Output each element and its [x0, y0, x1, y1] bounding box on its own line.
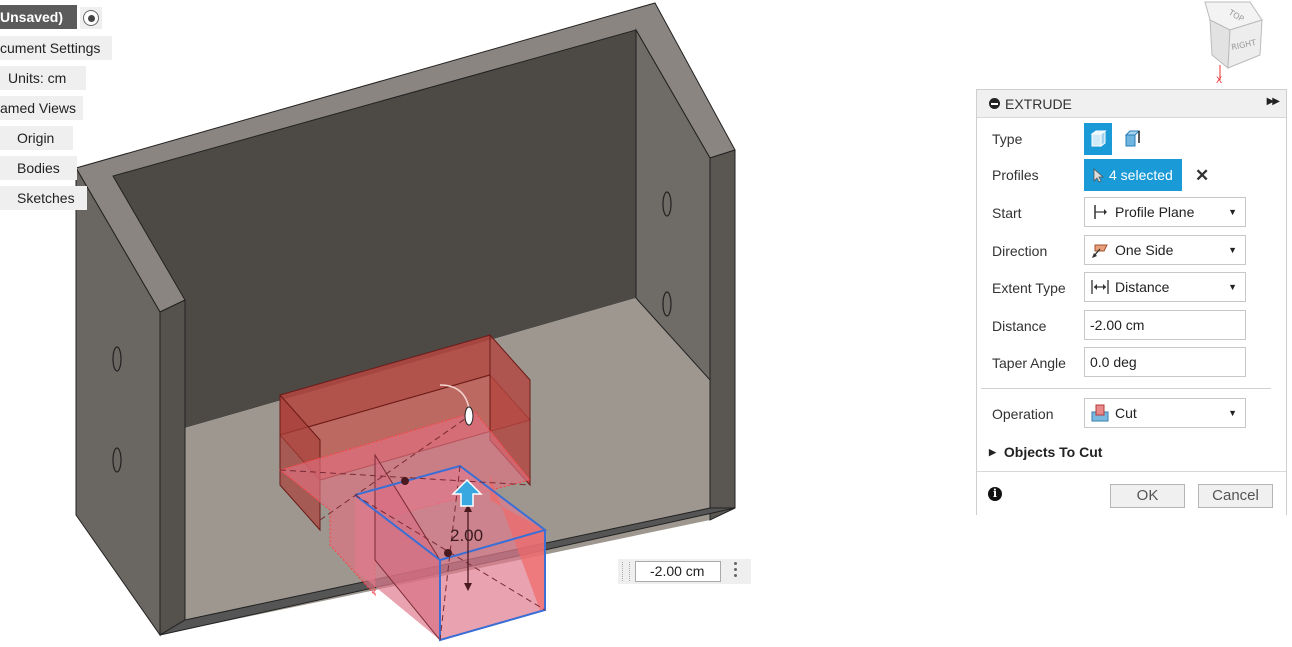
- profiles-row: Profiles 4 selected ✕: [977, 159, 1286, 193]
- distance-row: Distance -2.00 cm: [977, 310, 1286, 344]
- ok-button[interactable]: OK: [1110, 484, 1185, 508]
- distance-label: Distance: [992, 318, 1047, 334]
- expand-triangle-icon: ▶: [989, 446, 996, 457]
- active-radio-button[interactable]: [80, 7, 102, 29]
- info-icon[interactable]: i: [988, 487, 1002, 501]
- solid-extrude-icon: [1090, 130, 1107, 147]
- extent-type-label: Extent Type: [992, 280, 1066, 296]
- direction-row: Direction One Side ▼: [977, 235, 1286, 269]
- extent-type-dropdown[interactable]: Distance ▼: [1084, 272, 1246, 302]
- dropdown-caret-icon: ▼: [1228, 245, 1237, 255]
- dropdown-caret-icon: ▼: [1228, 408, 1237, 418]
- tree-item-named-views[interactable]: amed Views: [0, 96, 83, 120]
- right-wall-edge: [709, 149, 736, 521]
- type-row: Type: [977, 123, 1286, 157]
- tree-item-sketches[interactable]: Sketches: [0, 186, 87, 210]
- distance-icon: [1089, 276, 1111, 298]
- operation-label: Operation: [992, 406, 1054, 422]
- objects-to-cut-section[interactable]: ▶ Objects To Cut: [989, 444, 1102, 460]
- profiles-count: 4 selected: [1109, 167, 1173, 183]
- start-dropdown[interactable]: Profile Plane ▼: [1084, 197, 1246, 227]
- one-side-icon: [1089, 239, 1111, 261]
- drag-grip-icon[interactable]: [622, 562, 630, 581]
- start-value: Profile Plane: [1115, 204, 1195, 220]
- operation-value: Cut: [1115, 405, 1137, 421]
- start-row: Start Profile Plane ▼: [977, 197, 1286, 231]
- distance-input[interactable]: -2.00 cm: [1084, 310, 1246, 340]
- cursor-icon: [1093, 167, 1104, 183]
- collapse-icon[interactable]: [989, 98, 1000, 109]
- profiles-select-button[interactable]: 4 selected: [1084, 159, 1182, 191]
- taper-angle-label: Taper Angle: [992, 355, 1066, 371]
- viewcube-x-axis: X: [1216, 76, 1222, 85]
- taper-angle-input[interactable]: 0.0 deg: [1084, 347, 1246, 377]
- dropdown-caret-icon: ▼: [1228, 207, 1237, 217]
- floating-distance-field[interactable]: -2.00 cm: [635, 561, 721, 582]
- extrude-dialog: EXTRUDE ▶▶ Type Profiles 4 selected ✕ St…: [976, 89, 1287, 516]
- profiles-label: Profiles: [992, 167, 1039, 183]
- operation-row: Operation Cut ▼: [977, 398, 1286, 432]
- document-title[interactable]: Unsaved): [0, 5, 77, 29]
- tree-item-document-settings[interactable]: cument Settings: [0, 36, 112, 60]
- expand-arrows-icon[interactable]: ▶▶: [1267, 96, 1280, 107]
- dialog-title: EXTRUDE: [1005, 95, 1072, 112]
- dialog-footer: i OK Cancel: [977, 471, 1286, 516]
- dimension-label: 2.00: [450, 526, 484, 545]
- tree-item-units[interactable]: Units: cm: [0, 66, 86, 90]
- dropdown-caret-icon: ▼: [1228, 282, 1237, 292]
- objects-to-cut-label: Objects To Cut: [1003, 444, 1103, 460]
- clear-selection-icon[interactable]: ✕: [1195, 166, 1209, 186]
- thin-extrude-icon: [1124, 130, 1141, 147]
- cancel-button[interactable]: Cancel: [1198, 484, 1273, 508]
- taper-angle-row: Taper Angle 0.0 deg: [977, 347, 1286, 381]
- operation-dropdown[interactable]: Cut ▼: [1084, 398, 1246, 428]
- direction-label: Direction: [992, 243, 1048, 259]
- tree-item-bodies[interactable]: Bodies: [0, 156, 77, 180]
- type-label: Type: [992, 131, 1023, 147]
- extent-type-row: Extent Type Distance ▼: [977, 272, 1286, 306]
- profile-plane-icon: [1089, 201, 1111, 223]
- viewcube[interactable]: TOP RIGHT X: [1190, 0, 1270, 86]
- left-wall-edge: [159, 299, 186, 636]
- cut-icon: [1089, 402, 1111, 424]
- solid-type-button[interactable]: [1084, 123, 1112, 155]
- more-options-icon[interactable]: [734, 562, 738, 580]
- divider: [981, 388, 1271, 389]
- direction-value: One Side: [1115, 242, 1174, 258]
- direction-dropdown[interactable]: One Side ▼: [1084, 235, 1246, 265]
- radio-icon: [83, 10, 99, 26]
- tree-item-origin[interactable]: Origin: [0, 126, 73, 150]
- start-label: Start: [992, 205, 1022, 221]
- extent-type-value: Distance: [1115, 279, 1170, 295]
- floating-distance-input: -2.00 cm: [618, 559, 751, 584]
- dialog-header[interactable]: EXTRUDE ▶▶: [977, 90, 1286, 118]
- thin-type-button[interactable]: [1119, 123, 1147, 155]
